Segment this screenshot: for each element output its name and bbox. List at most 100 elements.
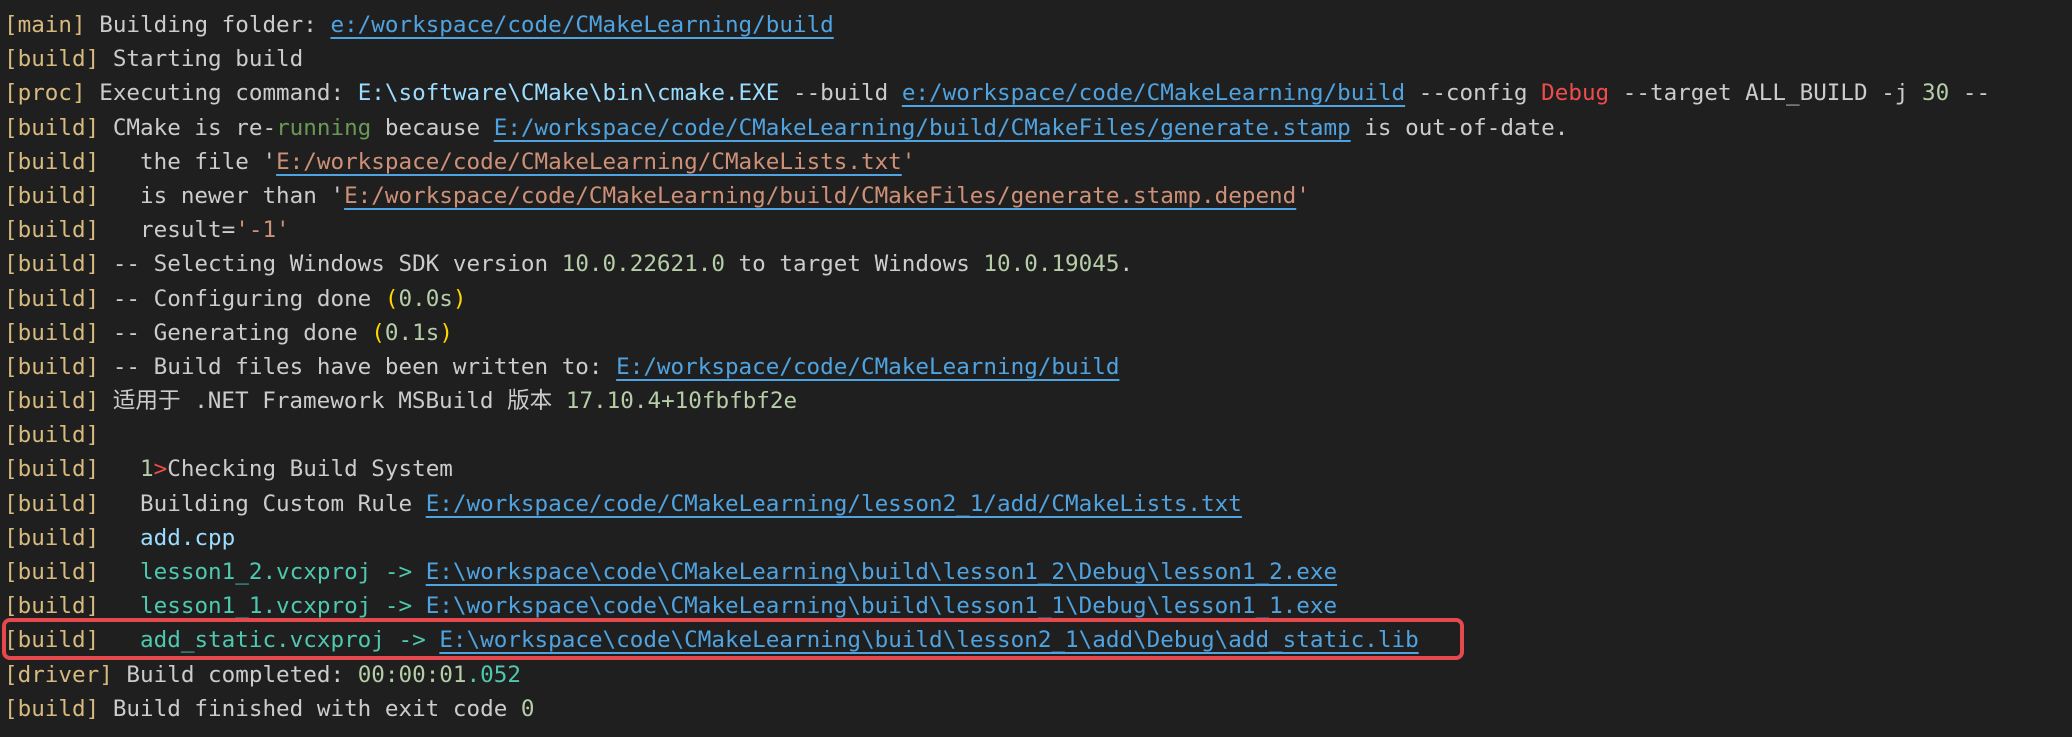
output-line: [build] 1>Checking Build System [4,452,2072,486]
log-text: -- Configuring done [99,285,385,312]
build-folder-link[interactable]: e:/workspace/code/CMakeLearning/build [902,80,1405,106]
log-text: Build finished with exit code [99,695,521,722]
output-line: [build] Building Custom Rule E:/workspac… [4,487,2072,521]
log-text: -- [1949,80,1991,107]
output-line: [main] Building folder: e:/workspace/cod… [4,8,2072,42]
output-path-link[interactable]: E:\workspace\code\CMakeLearning\build\le… [439,627,1418,653]
arrow-glyph: -> [384,627,440,654]
elapsed-time: 00:00:01 [357,661,467,688]
log-tag: [build] [4,559,100,585]
log-text: 适用于 .NET Framework MSBuild 版本 [99,388,566,415]
jobs-value: 30 [1922,80,1950,107]
log-text: is out-of-date. [1350,114,1569,141]
custom-rule-link[interactable]: E:/workspace/code/CMakeLearning/lesson2_… [426,491,1242,517]
source-file: add.cpp [140,524,236,551]
log-text: -- Build files have been written to: [99,353,617,380]
terminal-output: [main] Building folder: e:/workspace/cod… [4,8,2072,726]
paren-close: ) [452,285,467,312]
output-path-link[interactable]: E:\workspace\code\CMakeLearning\build\le… [426,559,1337,585]
log-text: ' [1296,182,1310,209]
msbuild-version: 17.10.4+10fbfbf2e [565,388,798,415]
log-text: because [371,114,494,141]
paren-open: ( [371,319,385,346]
log-tag: [build] [4,114,100,141]
log-text: -- Selecting Windows SDK version [99,251,562,278]
project-name: lesson1_2.vcxproj [140,559,372,585]
paren-close: ) [439,319,453,346]
output-line: [build] result='-1' [4,213,2072,247]
log-text: to target Windows [724,251,984,278]
output-line: [build] -- Selecting Windows SDK version… [4,247,2072,281]
log-tag: [build] [4,422,100,449]
log-text: the file ' [99,148,277,175]
log-tag: [build] [4,46,100,73]
output-path-link[interactable]: E:\workspace\code\CMakeLearning\build\le… [426,593,1337,619]
project-name: add_static.vcxproj [140,627,385,654]
log-text: . [1119,251,1134,278]
output-line: [build] is newer than 'E:/workspace/code… [4,179,2072,213]
elapsed-ms: .052 [466,661,521,688]
log-text: Building folder: [85,12,331,38]
sdk-version: 10.0.22621.0 [561,251,725,278]
output-line: [build] -- Generating done (0.1s) [4,316,2072,350]
project-name: lesson1_1.vcxproj [140,593,372,620]
log-tag: [build] [4,217,100,244]
paren-open: ( [384,285,399,312]
log-text: ' [901,148,916,175]
log-tag: [build] [4,388,100,415]
output-line: [build] 适用于 .NET Framework MSBuild 版本 17… [4,384,2072,418]
log-text: --config [1405,80,1542,107]
log-tag: [build] [4,319,100,346]
cmake-exe-path: E:\software\CMake\bin\cmake.EXE [357,80,780,107]
log-tag: [build] [4,627,100,654]
log-text: Building Custom Rule [99,490,426,517]
output-line: [build] add.cpp [4,521,2072,555]
log-text: CMake is re- [99,114,277,141]
running-word: running [276,114,372,141]
arrow-glyph: -> [371,593,426,620]
build-files-link[interactable]: E:/workspace/code/CMakeLearning/build [616,354,1119,380]
duration-value: 0.1s [384,319,440,346]
log-tag: [driver] [4,661,113,688]
config-value: Debug [1541,80,1610,107]
output-line: [build] lesson1_2.vcxproj -> E:\workspac… [4,555,2072,589]
log-tag: [build] [4,182,100,209]
cmakelists-link[interactable]: E:/workspace/code/CMakeLearning/CMakeLis… [276,149,902,175]
log-tag: [build] [4,490,100,517]
log-text: -- Generating done [99,319,372,346]
windows-version: 10.0.19045 [983,251,1120,278]
project-number: 1 [140,456,154,483]
output-line: [build] add_static.vcxproj -> E:\workspa… [4,623,2072,657]
log-text: Build completed: [112,661,358,688]
output-line: [build] CMake is re-running because E:/w… [4,111,2072,145]
log-tag: [build] [4,593,100,620]
log-tag: [build] [4,695,100,722]
output-line: [build] [4,418,2072,452]
result-value: '-1' [235,217,290,244]
folder-link[interactable]: e:/workspace/code/CMakeLearning/build [330,12,833,38]
log-text: --target ALL_BUILD -j [1609,80,1923,107]
stamp-link[interactable]: E:/workspace/code/CMakeLearning/build/CM… [494,115,1351,141]
log-text: is newer than ' [99,182,345,209]
log-tag: [build] [4,285,100,312]
duration-value: 0.0s [398,285,453,312]
arrow-glyph: -> [371,559,426,585]
output-line: [build] the file 'E:/workspace/code/CMak… [4,145,2072,179]
output-line: [driver] Build completed: 00:00:01.052 [4,658,2072,692]
log-text: --build [779,80,902,107]
output-line: [build] Starting build [4,42,2072,76]
arrow-glyph: > [153,456,168,483]
exit-code: 0 [520,695,535,722]
stamp-depend-link[interactable]: E:/workspace/code/CMakeLearning/build/CM… [344,183,1296,209]
output-line: [build] -- Build files have been written… [4,350,2072,384]
log-tag: [main] [4,12,86,38]
log-tag: [build] [4,148,100,175]
output-line: [build] Build finished with exit code 0 [4,692,2072,726]
log-tag: [build] [4,456,100,483]
log-text: Starting build [99,46,304,73]
log-tag: [build] [4,353,100,380]
